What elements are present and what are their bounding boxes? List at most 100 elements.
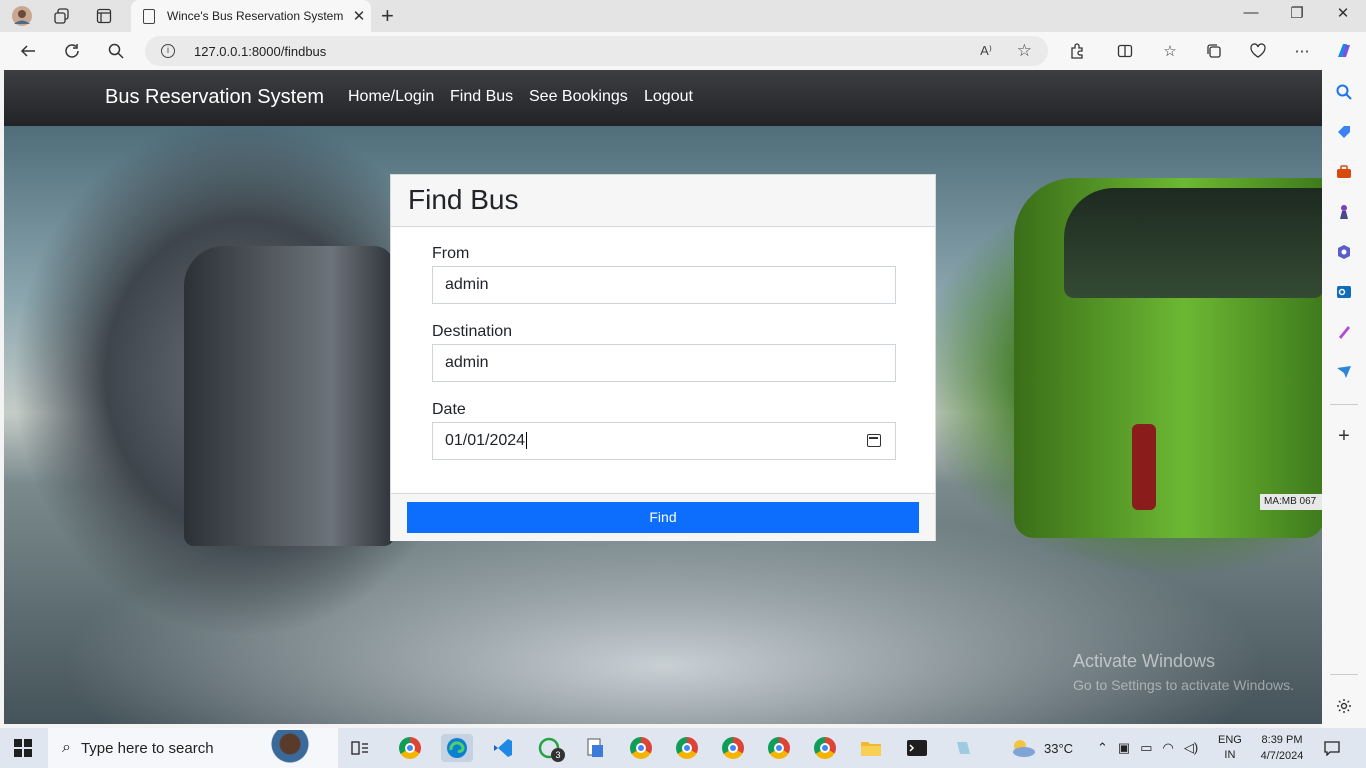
outlook-icon[interactable] xyxy=(1334,282,1354,302)
volume-icon[interactable]: ◁) xyxy=(1184,740,1198,756)
weather-temp: 33°C xyxy=(1044,740,1074,756)
whatsapp-badge: 3 xyxy=(551,748,565,762)
whatsapp-taskbar-icon[interactable]: 3 xyxy=(535,734,565,762)
windows-taskbar: ⌕ Type here to search 3 33°C ⌃ ▣ ▭ ◠ ◁) xyxy=(0,728,1366,768)
navbar-brand[interactable]: Bus Reservation System xyxy=(105,86,324,109)
nav-home-login[interactable]: Home/Login xyxy=(348,88,434,106)
games-chess-icon[interactable] xyxy=(1334,202,1354,222)
designer-icon[interactable] xyxy=(1334,322,1354,342)
activate-windows-hint: Go to Settings to activate Windows. xyxy=(1073,677,1294,693)
date-input[interactable]: 01/01/2024 xyxy=(432,422,896,460)
split-screen-icon[interactable] xyxy=(1113,40,1137,62)
notepad-icon[interactable] xyxy=(949,734,977,762)
task-view-icon[interactable] xyxy=(346,734,374,762)
language-indicator[interactable]: ENG IN xyxy=(1218,728,1242,768)
new-tab-button[interactable]: + xyxy=(381,3,394,29)
files-app-taskbar-icon[interactable] xyxy=(581,734,609,762)
more-options-icon[interactable]: ⋯ xyxy=(1290,40,1314,62)
favorites-icon[interactable]: ☆ xyxy=(1158,40,1182,62)
close-tab-icon[interactable]: ✕ xyxy=(347,7,371,25)
text-caret xyxy=(526,432,528,450)
lang-code: ENG xyxy=(1218,734,1242,746)
nav-find-bus[interactable]: Find Bus xyxy=(450,88,513,106)
address-bar[interactable]: i 127.0.0.1:8000/findbus A⁾ ☆ xyxy=(145,36,1048,66)
bus-taillight xyxy=(1132,424,1156,510)
system-tray-icons[interactable]: ⌃ ▣ ▭ ◠ ◁) xyxy=(1097,728,1198,768)
minimize-window-icon[interactable]: — xyxy=(1236,4,1266,21)
clock-time: 8:39 PM xyxy=(1261,734,1303,746)
show-hidden-icons-chevron-icon[interactable]: ⌃ xyxy=(1097,740,1108,756)
add-sidebar-app-icon[interactable]: + xyxy=(1334,425,1354,447)
chrome-profile-6-icon[interactable] xyxy=(811,734,839,762)
refresh-icon[interactable] xyxy=(58,39,86,63)
restore-window-icon[interactable]: ❐ xyxy=(1282,4,1312,22)
profile-avatar-icon[interactable] xyxy=(10,4,34,28)
copilot-icon[interactable] xyxy=(1332,40,1356,62)
browser-essentials-icon[interactable] xyxy=(1246,40,1270,62)
shopping-tag-icon[interactable] xyxy=(1334,122,1354,142)
tools-briefcase-icon[interactable] xyxy=(1334,162,1354,182)
sidebar-settings-gear-icon[interactable] xyxy=(1334,696,1354,716)
weather-cloudy-icon xyxy=(1013,740,1035,757)
back-arrow-icon[interactable] xyxy=(14,39,42,63)
device-icon[interactable]: ▣ xyxy=(1118,740,1130,756)
file-explorer-icon[interactable] xyxy=(857,734,885,762)
calendar-icon[interactable] xyxy=(867,434,881,447)
from-label: From xyxy=(432,245,470,262)
search-icon[interactable] xyxy=(102,39,130,63)
green-bus-image: MA:MB 067 xyxy=(1014,178,1322,538)
site-navbar: Bus Reservation System Home/Login Find B… xyxy=(4,70,1322,126)
edge-sidebar: + xyxy=(1322,70,1366,728)
active-browser-tab[interactable]: Wince's Bus Reservation System ✕ xyxy=(131,0,371,32)
activate-windows-watermark: Activate Windows xyxy=(1073,651,1216,671)
tab-actions-icon[interactable] xyxy=(92,4,116,28)
chrome-profile-2-icon[interactable] xyxy=(627,734,655,762)
battery-icon[interactable]: ▭ xyxy=(1140,740,1152,756)
workspaces-icon[interactable] xyxy=(50,4,74,28)
chrome-profile-4-icon[interactable] xyxy=(719,734,747,762)
extensions-icon[interactable] xyxy=(1065,40,1089,62)
edge-taskbar-icon[interactable] xyxy=(441,734,473,762)
find-button[interactable]: Find xyxy=(407,502,919,533)
windows-start-icon[interactable] xyxy=(14,739,32,757)
tab-title: Wince's Bus Reservation System xyxy=(167,9,344,23)
card-footer: Find xyxy=(391,493,935,541)
nav-logout[interactable]: Logout xyxy=(644,88,693,106)
search-highlight-image xyxy=(260,730,320,766)
region-code: IN xyxy=(1224,749,1236,761)
page-document-icon xyxy=(143,8,155,24)
clock[interactable]: 8:39 PM 4/7/2024 xyxy=(1257,728,1307,768)
sidebar-search-icon[interactable] xyxy=(1334,82,1354,102)
notifications-icon[interactable] xyxy=(1324,728,1340,768)
favorite-star-icon[interactable]: ☆ xyxy=(1017,41,1032,61)
card-header: Find Bus xyxy=(391,175,935,227)
send-icon[interactable] xyxy=(1334,362,1354,382)
close-window-icon[interactable]: ✕ xyxy=(1328,4,1358,22)
chrome-taskbar-icon[interactable] xyxy=(396,734,424,762)
read-aloud-icon[interactable]: A⁾ xyxy=(980,43,992,59)
taskbar-search-box[interactable]: ⌕ Type here to search xyxy=(48,728,338,768)
site-info-icon[interactable]: i xyxy=(161,44,175,58)
wifi-icon[interactable]: ◠ xyxy=(1163,740,1174,756)
weather-widget[interactable]: 33°C xyxy=(1010,728,1073,768)
chrome-profile-3-icon[interactable] xyxy=(673,734,701,762)
vscode-taskbar-icon[interactable] xyxy=(489,734,517,762)
microsoft-365-icon[interactable] xyxy=(1334,242,1354,262)
find-bus-card: Find Bus From admin Destination admin Da… xyxy=(390,174,936,541)
destination-input[interactable]: admin xyxy=(432,344,896,382)
date-label: Date xyxy=(432,401,466,418)
chrome-profile-5-icon[interactable] xyxy=(765,734,793,762)
url-text[interactable]: 127.0.0.1:8000/findbus xyxy=(194,44,326,59)
browser-tab-strip: Wince's Bus Reservation System ✕ + — ❐ ✕ xyxy=(0,0,1366,32)
sidebar-divider xyxy=(1330,404,1358,405)
collections-icon[interactable] xyxy=(1202,40,1226,62)
web-page: Bus Reservation System Home/Login Find B… xyxy=(4,70,1322,724)
browser-toolbar: i 127.0.0.1:8000/findbus A⁾ ☆ ☆ ⋯ xyxy=(0,32,1366,70)
destination-label: Destination xyxy=(432,323,513,340)
taskbar-search-icon: ⌕ xyxy=(62,739,71,756)
from-input[interactable]: admin xyxy=(432,266,896,304)
terminal-icon[interactable] xyxy=(903,734,931,762)
card-title: Find Bus xyxy=(408,184,519,215)
nav-see-bookings[interactable]: See Bookings xyxy=(529,88,628,106)
clock-date: 4/7/2024 xyxy=(1260,750,1304,762)
